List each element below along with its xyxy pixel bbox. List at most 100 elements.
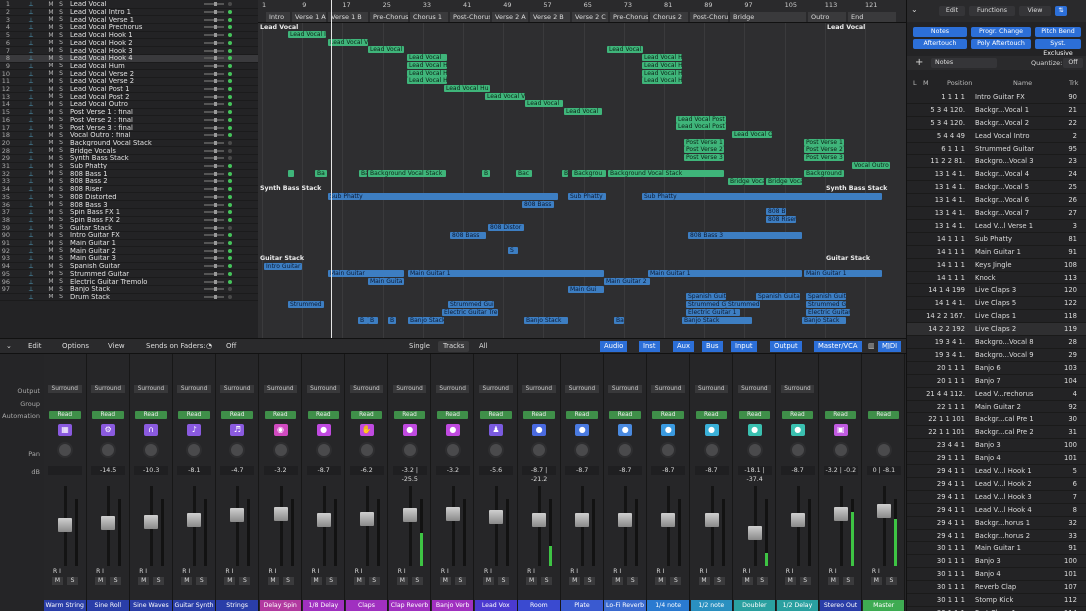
track-on-indicator[interactable]	[228, 79, 232, 84]
event-row[interactable]: 20 1 1 1 Banjo 6 103	[907, 362, 1086, 375]
section-marker[interactable]: Chorus 2	[650, 12, 688, 22]
track-volume-slider[interactable]	[204, 133, 224, 138]
mute-button[interactable]: M	[46, 1, 56, 8]
solo-button[interactable]: S	[56, 194, 66, 201]
solo-button[interactable]: S	[627, 577, 639, 585]
track-on-indicator[interactable]	[228, 10, 232, 15]
track-on-indicator[interactable]	[228, 233, 232, 238]
track-on-indicator[interactable]	[228, 164, 232, 169]
channel-name[interactable]: 1/2 Delay	[776, 600, 819, 611]
region[interactable]: Spanish Guita	[756, 293, 800, 300]
region[interactable]: B	[358, 317, 368, 324]
track-volume-slider[interactable]	[204, 48, 224, 53]
region[interactable]	[288, 170, 294, 177]
solo-button[interactable]: S	[325, 577, 337, 585]
track-volume-slider[interactable]	[204, 187, 224, 192]
solo-button[interactable]: S	[56, 224, 66, 231]
pan-knob[interactable]	[789, 442, 806, 458]
channel-name[interactable]: Clap Reverb	[388, 600, 431, 611]
mute-button[interactable]: M	[46, 263, 56, 270]
mute-button[interactable]: M	[353, 577, 365, 585]
mute-button[interactable]: M	[46, 70, 56, 77]
track-header[interactable]: 94 ⊥ M S Spanish Guitar	[0, 263, 258, 271]
track-volume-slider[interactable]	[204, 210, 224, 215]
mute-button[interactable]: M	[612, 577, 624, 585]
region[interactable]: Lead Vocal	[525, 100, 563, 107]
event-row[interactable]: 6 1 1 1 Strummed Guitar 95	[907, 143, 1086, 156]
region[interactable]: Lead Vocal Post	[676, 116, 726, 123]
channel-name[interactable]: 1/4 note	[647, 600, 689, 611]
event-row[interactable]: 14 1 1 1 Keys Jingle 108	[907, 259, 1086, 272]
region[interactable]: B	[388, 317, 396, 324]
event-row[interactable]: 5 4 4 49 Lead Vocal Intro 2	[907, 130, 1086, 143]
track-volume-slider[interactable]	[204, 164, 224, 169]
event-row[interactable]: 29 4 1 1 Lead V...l Hook 3 7	[907, 491, 1086, 504]
event-row[interactable]: 22 1 1 101 Backgr...cal Pre 1 30	[907, 414, 1086, 427]
automation-mode[interactable]: Read	[566, 411, 598, 419]
section-marker[interactable]: Post-Chorus	[450, 12, 490, 22]
track-header[interactable]: 6 ⊥ M S Lead Vocal Hook 2	[0, 40, 258, 48]
section-marker[interactable]: Post-Chorus	[690, 12, 728, 22]
mute-button[interactable]: M	[46, 232, 56, 239]
solo-button[interactable]: S	[56, 9, 66, 16]
event-row[interactable]: 1 1 1 1 Intro Guitar FX 90	[907, 91, 1086, 104]
mute-button[interactable]: M	[526, 577, 538, 585]
region[interactable]: B	[482, 170, 490, 177]
region[interactable]: Lead Vocal H	[407, 77, 447, 84]
region[interactable]: Strummed Gu	[806, 301, 846, 308]
mute-button[interactable]: M	[46, 155, 56, 162]
track-header[interactable]: 33 ⊥ M S 808 Bass 2	[0, 178, 258, 186]
output-selector[interactable]: Surround	[177, 385, 211, 393]
mute-button[interactable]: M	[46, 278, 56, 285]
record-input-buttons[interactable]: R I	[312, 568, 320, 575]
mute-button[interactable]: M	[46, 93, 56, 100]
output-selector[interactable]: Surround	[694, 385, 728, 393]
track-on-indicator[interactable]	[228, 40, 232, 45]
track-volume-slider[interactable]	[204, 202, 224, 207]
mute-button[interactable]: M	[46, 132, 56, 139]
solo-button[interactable]: S	[584, 577, 596, 585]
track-on-indicator[interactable]	[228, 133, 232, 138]
event-row[interactable]: 13 1 4 1. Backgr...Vocal 5 25	[907, 181, 1086, 195]
pan-knob[interactable]	[574, 442, 591, 458]
track-volume-slider[interactable]	[204, 40, 224, 45]
solo-button[interactable]: S	[56, 109, 66, 116]
track-on-indicator[interactable]	[228, 87, 232, 92]
quantize-select[interactable]: Off	[1063, 58, 1083, 68]
mute-button[interactable]: M	[784, 577, 796, 585]
section-marker[interactable]: Pre-Chorus	[610, 12, 648, 22]
solo-button[interactable]: S	[56, 163, 66, 170]
track-volume-slider[interactable]	[204, 10, 224, 15]
solo-button[interactable]: S	[56, 78, 66, 85]
view-menu[interactable]: View	[1019, 6, 1051, 16]
mute-button[interactable]: M	[46, 140, 56, 147]
mixer-edit-menu[interactable]: Edit	[28, 342, 42, 350]
section-marker[interactable]: Outro	[808, 12, 846, 22]
progr-change-button[interactable]: Progr. Change	[971, 27, 1031, 37]
record-input-buttons[interactable]: R I	[355, 568, 363, 575]
pitch-bend-button[interactable]: Pitch Bend	[1035, 27, 1081, 37]
col-m[interactable]: M	[923, 79, 929, 87]
mute-button[interactable]: M	[46, 78, 56, 85]
track-volume-slider[interactable]	[204, 156, 224, 161]
region[interactable]: Spanish Guita	[686, 293, 726, 300]
volume-fader[interactable]	[144, 514, 159, 529]
track-on-indicator[interactable]	[228, 171, 232, 176]
solo-button[interactable]: S	[498, 577, 509, 585]
channel-name[interactable]: Banjo Verb	[431, 600, 474, 611]
automation-mode[interactable]: Read	[738, 411, 771, 419]
automation-mode[interactable]: Read	[178, 411, 210, 419]
track-volume-slider[interactable]	[204, 87, 224, 92]
region[interactable]: 808 B	[766, 208, 786, 215]
volume-fader[interactable]	[575, 513, 590, 528]
track-volume-slider[interactable]	[204, 225, 224, 230]
region[interactable]: Lead Vocal H	[407, 70, 447, 77]
mute-button[interactable]: M	[46, 247, 56, 254]
track-volume-slider[interactable]	[204, 94, 224, 99]
record-input-buttons[interactable]: R I	[484, 568, 492, 575]
mute-button[interactable]: M	[95, 577, 107, 585]
section-marker[interactable]: Pre-Chorus	[370, 12, 408, 22]
track-volume-slider[interactable]	[204, 241, 224, 246]
track-header[interactable]: 93 ⊥ M S Main Guitar 3	[0, 255, 258, 263]
track-header[interactable]: 2 ⊥ M S Lead Vocal Intro 1	[0, 9, 258, 17]
